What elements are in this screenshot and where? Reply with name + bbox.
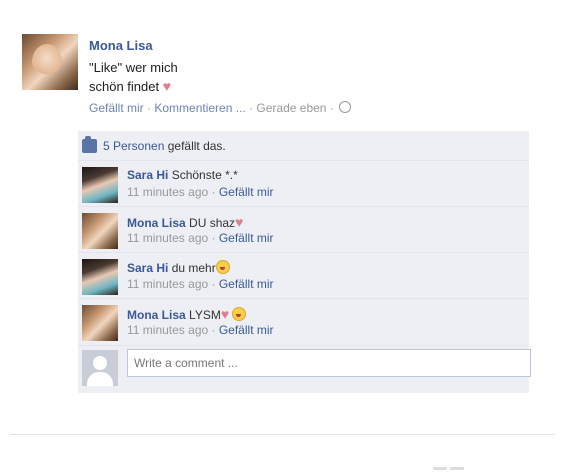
post-message-line2-wrap: schön findet ♥	[89, 77, 178, 96]
commenter-avatar[interactable]	[82, 259, 118, 295]
comment-meta: 11 minutes ago · Gefällt mir	[127, 231, 274, 245]
comment-header: Sara Hi Schönste *.*	[127, 168, 238, 182]
commenter-avatar[interactable]	[82, 213, 118, 249]
comment-time[interactable]: 11 minutes ago	[127, 185, 208, 199]
author-avatar[interactable]	[22, 34, 78, 90]
comment-link[interactable]: Kommentieren ...	[154, 101, 245, 115]
comment-item: Sara Hi Schönste *.* 11 minutes ago · Ge…	[78, 160, 529, 206]
smiley-icon	[232, 307, 247, 321]
comment-time[interactable]: 11 minutes ago	[127, 277, 208, 291]
comment-like-link[interactable]: Gefällt mir	[219, 323, 274, 337]
likes-summary: 5 Personen gefällt das.	[82, 136, 226, 154]
comment-text: DU shaz	[189, 216, 236, 230]
comment-header: Mona Lisa DU shaz♥	[127, 214, 243, 230]
comment-like-link[interactable]: Gefällt mir	[219, 231, 274, 245]
comment-meta: 11 minutes ago · Gefällt mir	[127, 277, 274, 291]
smiley-icon	[215, 260, 230, 274]
separator: ·	[143, 101, 155, 115]
comment-meta: 11 minutes ago · Gefällt mir	[127, 185, 274, 199]
commenter-avatar[interactable]	[82, 305, 118, 341]
comment-author[interactable]: Mona Lisa	[127, 216, 186, 230]
post-message: "Like" wer mich schön findet ♥	[89, 59, 178, 96]
comment-author[interactable]: Sara Hi	[127, 168, 168, 182]
comment-text: LYSM	[189, 308, 221, 322]
heart-icon: ♥	[235, 214, 244, 230]
comment-input[interactable]	[127, 349, 531, 377]
default-avatar-icon	[82, 350, 118, 386]
heart-icon: ♥	[162, 78, 172, 94]
comment-item: Mona Lisa LYSM♥ 11 minutes ago · Gefällt…	[78, 298, 529, 344]
comment-time[interactable]: 11 minutes ago	[127, 231, 208, 245]
comment-meta: 11 minutes ago · Gefällt mir	[127, 323, 274, 337]
commenter-avatar[interactable]	[82, 167, 118, 203]
comment-header: Sara Hi du mehr	[127, 260, 230, 275]
comment-item: Sara Hi du mehr 11 minutes ago · Gefällt…	[78, 252, 529, 298]
comment-composer	[78, 345, 531, 394]
comment-time[interactable]: 11 minutes ago	[127, 323, 208, 337]
comment-author[interactable]: Sara Hi	[127, 261, 168, 275]
likes-count-link[interactable]: 5 Personen	[103, 139, 164, 153]
like-link[interactable]: Gefällt mir	[89, 101, 144, 115]
post-time[interactable]: Gerade eben	[256, 101, 326, 115]
heart-icon: ♥	[220, 306, 230, 322]
thumbs-up-icon	[82, 136, 97, 153]
separator: ·	[326, 101, 338, 115]
globe-icon[interactable]	[339, 101, 352, 113]
post-message-line1: "Like" wer mich	[89, 60, 178, 75]
comment-like-link[interactable]: Gefällt mir	[219, 185, 274, 199]
separator: ·	[245, 101, 257, 115]
comment-header: Mona Lisa LYSM♥	[127, 306, 247, 322]
post-author[interactable]: Mona Lisa	[89, 38, 153, 53]
comment-like-link[interactable]: Gefällt mir	[219, 277, 274, 291]
comment-item: Mona Lisa DU shaz♥ 11 minutes ago · Gefä…	[78, 206, 529, 252]
comment-author[interactable]: Mona Lisa	[127, 308, 186, 322]
likes-suffix: gefällt das.	[164, 139, 226, 153]
post-message-line2: schön findet	[89, 79, 160, 94]
comment-text: Schönste *.*	[171, 168, 238, 182]
divider	[10, 434, 555, 435]
post-actions: Gefällt mir · Kommentieren ... · Gerade …	[89, 101, 352, 115]
comments-panel: 5 Personen gefällt das. Sara Hi Schönste…	[78, 131, 531, 394]
comment-text: du mehr	[171, 261, 216, 275]
